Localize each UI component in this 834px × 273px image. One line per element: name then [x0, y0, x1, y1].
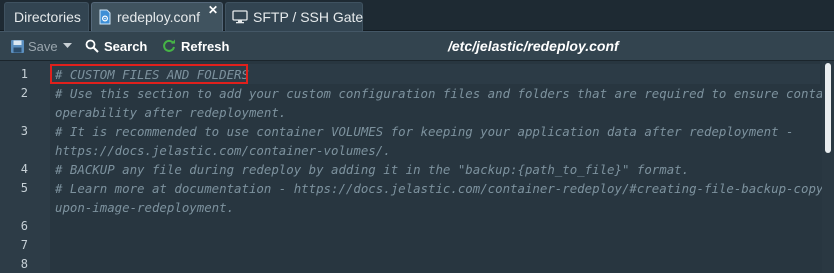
monitor-icon — [232, 10, 248, 24]
tab-redeploy-conf[interactable]: redeploy.conf ✕ — [91, 2, 223, 31]
tab-sftp-ssh-gate-label: SFTP / SSH Gate — [253, 9, 364, 25]
search-label: Search — [104, 38, 148, 54]
tab-bar: Directories redeploy.conf ✕ SFTP / SSH G… — [0, 0, 834, 31]
line-number: 2 — [20, 86, 28, 100]
code-line: # It is recommended to use container VOL… — [55, 124, 794, 139]
code-line: # Use this section to add your custom co… — [55, 86, 834, 101]
line-number: 6 — [20, 219, 28, 233]
line-number: 3 — [20, 124, 28, 138]
search-button[interactable]: Search — [85, 32, 147, 60]
code-line: operability after redeployment. — [55, 105, 287, 120]
line-number: 4 — [20, 162, 28, 176]
line-number-gutter: 1 2 3 4 5 6 7 8 — [0, 61, 50, 273]
search-icon — [85, 39, 99, 53]
highlight-annotation-box — [50, 64, 248, 84]
line-number: 5 — [20, 181, 28, 195]
file-path: /etc/jelastic/redeploy.conf — [448, 38, 619, 54]
save-button[interactable]: Save — [10, 32, 72, 60]
code-line: # BACKUP any file during redeploy by add… — [55, 162, 690, 177]
line-number: 7 — [20, 238, 28, 252]
file-icon — [98, 9, 112, 25]
refresh-label: Refresh — [181, 38, 230, 54]
close-tab-icon[interactable]: ✕ — [208, 4, 218, 16]
code-line: upon-image-redeployment. — [55, 200, 235, 215]
code-area[interactable]: # CUSTOM FILES AND FOLDERS # Use this se… — [55, 61, 834, 273]
floppy-disk-icon — [10, 39, 25, 54]
code-editor[interactable]: 1 2 3 4 5 6 7 8 # CUSTOM FILES AND FOLDE… — [0, 61, 834, 273]
line-number: 8 — [20, 257, 28, 271]
vertical-scrollbar[interactable] — [822, 61, 834, 273]
refresh-button[interactable]: Refresh — [162, 32, 229, 60]
editor-toolbar: Save Search Refresh /etc/jelastic/redepl… — [0, 31, 834, 61]
tab-redeploy-conf-label: redeploy.conf — [117, 9, 201, 25]
code-line: # Learn more at documentation - https://… — [55, 181, 831, 196]
chevron-down-icon[interactable] — [62, 43, 72, 49]
refresh-icon — [162, 39, 176, 53]
tab-directories-label: Directories — [14, 9, 81, 25]
line-number: 1 — [20, 67, 28, 81]
save-label: Save — [28, 38, 58, 54]
scrollbar-thumb[interactable] — [825, 63, 831, 153]
tab-sftp-ssh-gate[interactable]: SFTP / SSH Gate — [225, 2, 363, 31]
tab-directories[interactable]: Directories — [4, 2, 89, 31]
code-line: https://docs.jelastic.com/container-volu… — [55, 143, 391, 158]
